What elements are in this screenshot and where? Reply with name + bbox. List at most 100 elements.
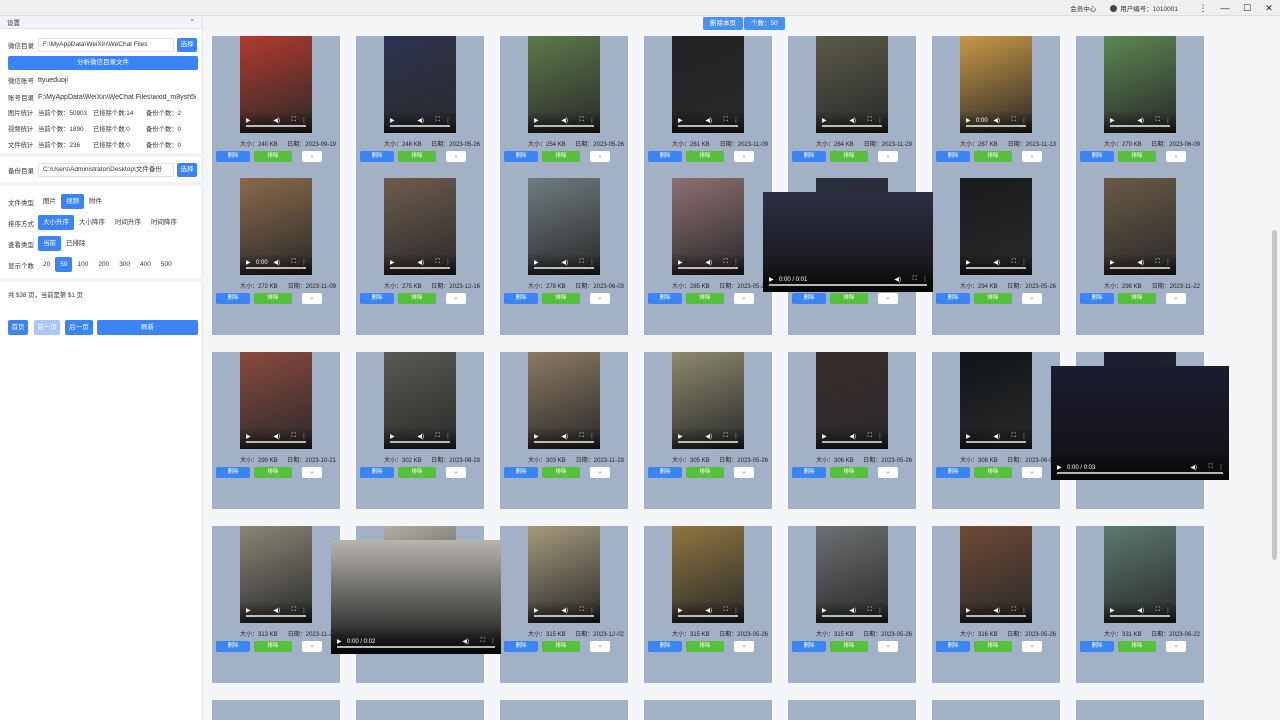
video-thumbnail[interactable]: ▶ ◀) ⛶ ⋮ xyxy=(672,36,744,133)
exclude-button[interactable]: 排除 xyxy=(974,151,1012,162)
delete-button[interactable]: 删除 xyxy=(936,467,970,478)
video-thumbnail[interactable]: ▶ ◀) ⛶ ⋮ xyxy=(1104,178,1176,275)
video-thumbnail[interactable]: ▶ ◀) ⛶ ⋮ xyxy=(528,36,600,133)
dropdown-button[interactable]: ⌄ xyxy=(878,151,898,162)
more-icon[interactable]: ⋮ xyxy=(733,117,739,124)
volume-icon[interactable]: ◀) xyxy=(561,607,568,614)
video-thumbnail[interactable]: ▶ ◀) ⛶ ⋮ xyxy=(816,352,888,449)
fullscreen-icon[interactable]: ⛶ xyxy=(1156,607,1160,614)
fullscreen-icon[interactable]: ⛶ xyxy=(1012,259,1016,266)
collapse-icon[interactable]: ⌃ xyxy=(190,18,195,26)
exclude-button[interactable]: 排除 xyxy=(254,151,292,162)
video-controls[interactable]: ▶ ◀) ⛶ ⋮ xyxy=(528,111,600,133)
video-thumbnail[interactable]: ▶ ◀) ⛶ ⋮ xyxy=(672,178,744,275)
more-icon[interactable]: ⋮ xyxy=(877,117,883,124)
delete-button[interactable]: 删除 xyxy=(936,641,970,652)
fullscreen-icon[interactable]: ⛶ xyxy=(724,607,728,614)
more-icon[interactable]: ⋮ xyxy=(733,433,739,440)
fullscreen-icon[interactable]: ⛶ xyxy=(436,433,440,440)
fullscreen-icon[interactable]: ⛶ xyxy=(292,117,296,124)
progress-bar[interactable] xyxy=(678,615,738,617)
delete-button[interactable]: 删除 xyxy=(504,467,538,478)
progress-bar[interactable] xyxy=(534,125,594,127)
video-thumbnail[interactable]: ▶ ◀) ⛶ ⋮ xyxy=(240,526,312,623)
volume-icon[interactable]: ◀) xyxy=(462,638,469,645)
delete-button[interactable]: 删除 xyxy=(648,293,682,304)
more-icon[interactable]: ⋮ xyxy=(445,433,451,440)
dropdown-button[interactable]: ⌄ xyxy=(590,151,610,162)
dropdown-button[interactable]: ⌄ xyxy=(734,467,754,478)
progress-bar[interactable] xyxy=(966,441,1026,443)
video-thumbnail[interactable]: ▶ ◀) ⛶ ⋮ xyxy=(528,352,600,449)
play-icon[interactable]: ▶ xyxy=(966,607,971,614)
expanded-video-player[interactable]: ▶ 0:00 / 0:03 ◀) ⛶ ⋮ xyxy=(1051,366,1229,480)
count-200[interactable]: 200 xyxy=(93,257,114,272)
more-icon[interactable]: ⋮ xyxy=(589,259,595,266)
more-icon[interactable]: ⋮ xyxy=(1165,259,1171,266)
progress-bar[interactable] xyxy=(390,125,450,127)
video-controls[interactable]: ▶ ◀) ⛶ ⋮ xyxy=(240,601,312,623)
exclude-button[interactable]: 排除 xyxy=(686,467,724,478)
fullscreen-icon[interactable]: ⛶ xyxy=(580,433,584,440)
exclude-button[interactable]: 排除 xyxy=(1118,151,1156,162)
delete-button[interactable]: 删除 xyxy=(216,151,250,162)
delete-button[interactable]: 删除 xyxy=(936,293,970,304)
delete-button[interactable]: 删除 xyxy=(1080,151,1114,162)
volume-icon[interactable]: ◀) xyxy=(417,259,424,266)
exclude-button[interactable]: 排除 xyxy=(830,467,868,478)
delete-button[interactable]: 删除 xyxy=(792,641,826,652)
progress-bar[interactable] xyxy=(678,125,738,127)
exclude-button[interactable]: 排除 xyxy=(974,641,1012,652)
progress-bar[interactable] xyxy=(966,267,1026,269)
dropdown-button[interactable]: ⌄ xyxy=(1166,641,1186,652)
video-thumbnail[interactable]: ▶ 0:00 ◀) ⛶ ⋮ xyxy=(960,36,1032,133)
settings-header[interactable]: 设置 ⌃ xyxy=(0,16,202,29)
play-icon[interactable]: ▶ xyxy=(534,117,539,124)
progress-bar[interactable] xyxy=(1110,267,1170,269)
scrollbar[interactable] xyxy=(1271,36,1278,720)
volume-icon[interactable]: ◀) xyxy=(705,259,712,266)
play-icon[interactable]: ▶ xyxy=(769,276,774,283)
progress-bar[interactable] xyxy=(246,267,306,269)
more-icon[interactable]: ⋮ xyxy=(1021,433,1027,440)
exclude-button[interactable]: 排除 xyxy=(398,467,436,478)
video-thumbnail[interactable]: ▶ ◀) ⛶ ⋮ xyxy=(960,526,1032,623)
video-controls[interactable]: ▶ ◀) ⛶ ⋮ xyxy=(384,253,456,275)
video-controls[interactable]: ▶ 0:00 ◀) ⛶ ⋮ xyxy=(240,253,312,275)
dropdown-button[interactable]: ⌄ xyxy=(734,293,754,304)
play-icon[interactable]: ▶ xyxy=(1057,464,1062,471)
fullscreen-icon[interactable]: ⛶ xyxy=(292,607,296,614)
more-icon[interactable]: ⋮ xyxy=(301,433,307,440)
exclude-button[interactable]: 排除 xyxy=(830,641,868,652)
fullscreen-icon[interactable]: ⛶ xyxy=(913,276,917,283)
video-thumbnail[interactable]: ▶ ◀) ⛶ ⋮ xyxy=(384,352,456,449)
more-icon[interactable]: ⋮ xyxy=(1165,607,1171,614)
play-icon[interactable]: ▶ xyxy=(1110,607,1115,614)
progress-bar[interactable] xyxy=(534,267,594,269)
more-icon[interactable]: ⋮ xyxy=(301,117,307,124)
fullscreen-icon[interactable]: ⛶ xyxy=(724,117,728,124)
fullscreen-icon[interactable]: ⛶ xyxy=(1012,117,1016,124)
fullscreen-icon[interactable]: ⛶ xyxy=(868,607,872,614)
progress-bar[interactable] xyxy=(966,125,1026,127)
video-controls[interactable]: ▶ 0:00 / 0:02 ◀) ⛶ ⋮ xyxy=(331,626,501,654)
sort-time-desc[interactable]: 时间降序 xyxy=(146,215,182,230)
video-controls[interactable]: ▶ ◀) ⛶ ⋮ xyxy=(816,601,888,623)
play-icon[interactable]: ▶ xyxy=(534,607,539,614)
video-controls[interactable]: ▶ ◀) ⛶ ⋮ xyxy=(1104,111,1176,133)
volume-icon[interactable]: ◀) xyxy=(273,607,280,614)
volume-icon[interactable]: ◀) xyxy=(1137,259,1144,266)
progress-bar[interactable] xyxy=(246,615,306,617)
exclude-button[interactable]: 排除 xyxy=(542,467,580,478)
dropdown-button[interactable]: ⌄ xyxy=(446,293,466,304)
fullscreen-icon[interactable]: ⛶ xyxy=(1156,259,1160,266)
more-icon[interactable]: ⋮ xyxy=(1021,607,1027,614)
video-thumbnail[interactable]: ▶ ◀) ⛶ ⋮ xyxy=(528,526,600,623)
more-menu-icon[interactable]: ⋮ xyxy=(1192,3,1214,14)
video-thumbnail[interactable]: ▶ ◀) ⛶ ⋮ xyxy=(240,352,312,449)
fullscreen-icon[interactable]: ⛶ xyxy=(1012,607,1016,614)
volume-icon[interactable]: ◀) xyxy=(705,607,712,614)
video-controls[interactable]: ▶ ◀) ⛶ ⋮ xyxy=(384,111,456,133)
dropdown-button[interactable]: ⌄ xyxy=(1022,641,1042,652)
video-controls[interactable]: ▶ ◀) ⛶ ⋮ xyxy=(672,601,744,623)
